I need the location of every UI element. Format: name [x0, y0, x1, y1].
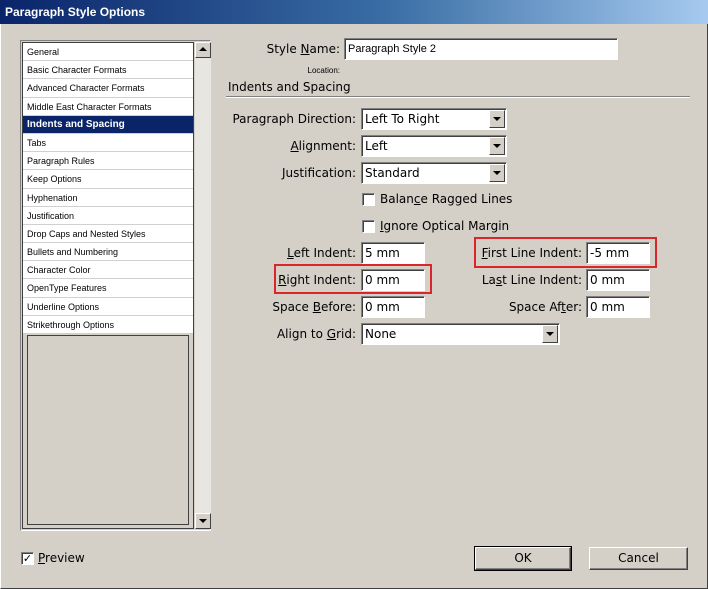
preview-checkbox[interactable]: ✓ — [21, 552, 34, 565]
chevron-down-icon — [493, 117, 501, 121]
ignore-optical-margin-label: Ignore Optical Margin — [380, 219, 510, 233]
style-name-label: Style Name: — [266, 42, 340, 56]
chevron-down-icon — [493, 171, 501, 175]
balance-ragged-lines-checkbox[interactable] — [362, 193, 375, 206]
paragraph-direction-dropdown-button[interactable] — [489, 110, 505, 128]
cancel-button[interactable]: Cancel — [589, 547, 688, 570]
justification-label: Justification: — [282, 166, 356, 180]
paragraph-direction-label: Paragraph Direction: — [232, 112, 356, 126]
sidebar-item[interactable]: Advanced Character Formats — [23, 79, 193, 98]
last-line-indent-input[interactable]: 0 mm — [586, 269, 650, 291]
justification-dropdown-button[interactable] — [489, 164, 505, 182]
sidebar-item[interactable]: Paragraph Rules — [23, 152, 193, 171]
paragraph-direction-select[interactable]: Left To Right — [361, 108, 507, 130]
chevron-down-icon — [493, 144, 501, 148]
balance-ragged-lines-label: Balance Ragged Lines — [380, 192, 513, 206]
sidebar-item[interactable]: Underline Options — [23, 298, 193, 316]
sidebar-item[interactable]: Tabs — [23, 134, 193, 153]
space-after-label: Space After: — [508, 300, 582, 314]
sidebar-item[interactable]: Middle East Character Formats — [23, 98, 193, 116]
sidebar-item[interactable]: General — [23, 43, 193, 62]
alignment-label: Alignment: — [290, 139, 356, 153]
justification-select[interactable]: Standard — [361, 162, 507, 184]
sidebar-item[interactable]: Indents and Spacing — [23, 115, 193, 134]
alignment-value: Left — [365, 139, 388, 153]
align-to-grid-dropdown-button[interactable] — [542, 325, 558, 343]
arrow-up-icon — [199, 47, 207, 51]
sidebar-item[interactable]: Keep Options — [23, 170, 193, 189]
left-indent-input[interactable]: 5 mm — [361, 242, 425, 264]
sidebar-item[interactable]: Justification — [23, 207, 193, 225]
category-list-inner: General Basic Character Formats Advanced C… — [22, 42, 194, 529]
left-indent-label: Left Indent: — [287, 246, 356, 260]
category-items: General Basic Character Formats Advanced C… — [23, 43, 193, 334]
sidebar-item[interactable]: Bullets and Numbering — [23, 243, 193, 262]
sidebar-item[interactable]: Strikethrough Options — [23, 316, 193, 334]
section-title: Indents and Spacing — [228, 80, 351, 94]
chevron-down-icon — [546, 332, 554, 336]
preview-label: Preview — [38, 551, 85, 565]
first-line-indent-highlight — [474, 237, 657, 268]
align-to-grid-select[interactable]: None — [361, 323, 560, 345]
align-to-grid-value: None — [365, 327, 397, 341]
category-list-empty-area — [27, 335, 189, 525]
sidebar-item[interactable]: Basic Character Formats — [23, 61, 193, 80]
category-scrollbar[interactable] — [195, 42, 211, 529]
sidebar-item[interactable]: Drop Caps and Nested Styles — [23, 225, 193, 244]
space-after-input[interactable]: 0 mm — [586, 296, 650, 318]
section-divider — [226, 96, 690, 98]
sidebar-item[interactable]: OpenType Features — [23, 279, 193, 298]
alignment-select[interactable]: Left — [361, 135, 507, 157]
category-list: General Basic Character Formats Advanced C… — [20, 40, 211, 531]
space-before-input[interactable]: 0 mm — [361, 296, 425, 318]
last-line-indent-label: Last Line Indent: — [481, 273, 582, 287]
right-indent-highlight — [274, 264, 432, 294]
window-title: Paragraph Style Options — [0, 0, 708, 24]
align-to-grid-label: Align to Grid: — [276, 327, 356, 341]
arrow-down-icon — [199, 519, 207, 523]
location-label: Location: — [307, 66, 340, 75]
sidebar-item[interactable]: Character Color — [23, 261, 193, 280]
scroll-up-button[interactable] — [195, 42, 211, 58]
alignment-dropdown-button[interactable] — [489, 137, 505, 155]
space-before-label: Space Before: — [272, 300, 356, 314]
ignore-optical-margin-checkbox[interactable] — [362, 220, 375, 233]
sidebar-item[interactable]: Hyphenation — [23, 189, 193, 207]
scroll-down-button[interactable] — [195, 513, 211, 529]
ok-button[interactable]: OK — [474, 546, 572, 571]
style-name-input[interactable]: Paragraph Style 2 — [344, 38, 618, 60]
justification-value: Standard — [365, 166, 420, 180]
paragraph-direction-value: Left To Right — [365, 112, 440, 126]
